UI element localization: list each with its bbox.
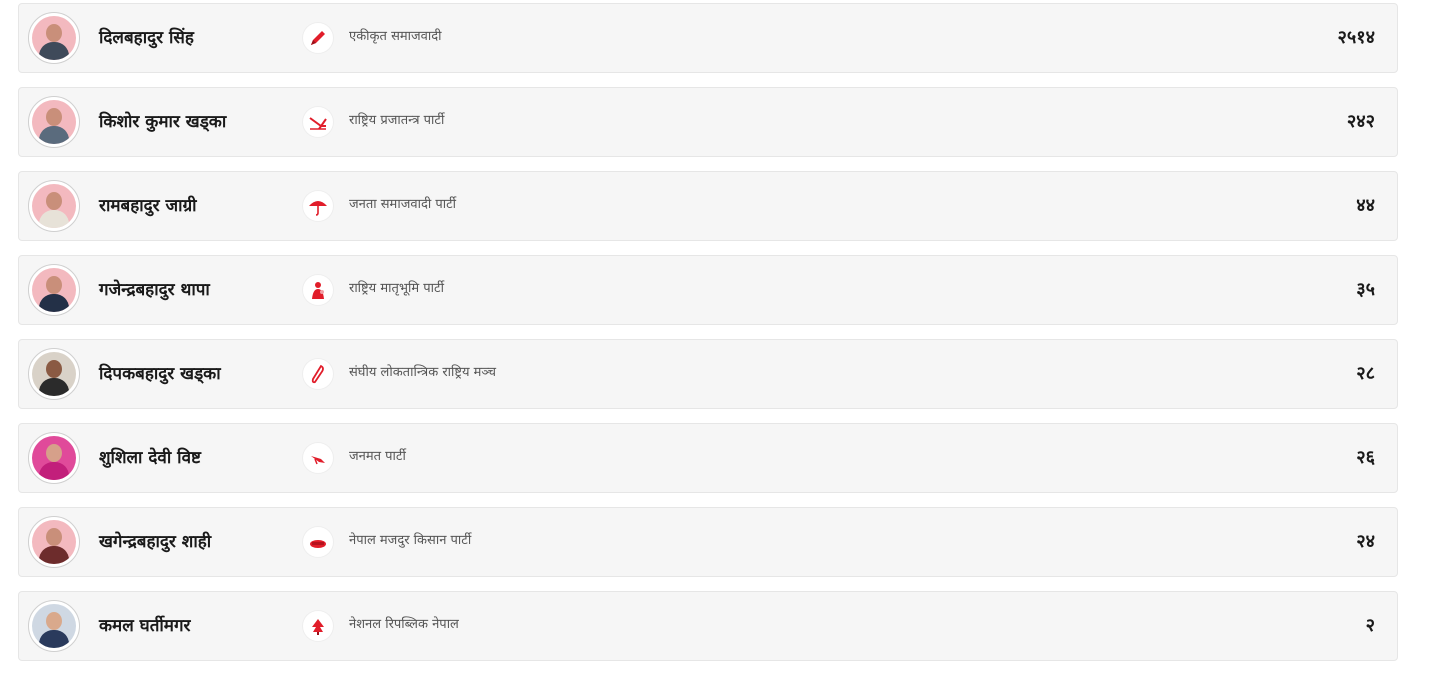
- candidate-row[interactable]: किशोर कुमार खड्का राष्ट्रिय प्रजातन्त्र …: [18, 87, 1398, 157]
- horn-icon: [303, 359, 333, 389]
- candidate-name: रामबहादुर जाग्री: [99, 196, 197, 216]
- candidate-name: दिलबहादुर सिंह: [99, 28, 194, 48]
- plough-icon: [303, 107, 333, 137]
- candidate-row[interactable]: गजेन्द्रबहादुर थापा राष्ट्रिय मातृभूमि प…: [18, 255, 1398, 325]
- vote-count: २: [1365, 615, 1375, 636]
- vote-count: २४: [1356, 531, 1375, 552]
- candidate-row[interactable]: दिलबहादुर सिंह एकीकृत समाजवादी २५१४: [18, 3, 1398, 73]
- tree-icon: [303, 611, 333, 641]
- candidate-row[interactable]: रामबहादुर जाग्री जनता समाजवादी पार्टी ४४: [18, 171, 1398, 241]
- candidate-avatar: [28, 516, 80, 568]
- candidate-avatar: [28, 12, 80, 64]
- candidate-avatar: [28, 600, 80, 652]
- party-name: जनता समाजवादी पार्टी: [349, 197, 457, 212]
- party-name: एकीकृत समाजवादी: [349, 29, 442, 44]
- candidate-name: शुशिला देवी विष्ट: [99, 448, 201, 468]
- candidate-row[interactable]: कमल घर्तीमगर नेशनल रिपब्लिक नेपाल २: [18, 591, 1398, 661]
- vote-count: २६: [1356, 447, 1375, 468]
- candidate-avatar: [28, 432, 80, 484]
- candidate-name: कमल घर्तीमगर: [99, 616, 191, 636]
- candidate-row[interactable]: शुशिला देवी विष्ट जनमत पार्टी २६: [18, 423, 1398, 493]
- vote-count: ३५: [1356, 279, 1375, 300]
- vote-count: ४४: [1356, 195, 1375, 216]
- candidate-row[interactable]: दिपकबहादुर खड्का संघीय लोकतान्त्रिक राष्…: [18, 339, 1398, 409]
- vote-count: २८: [1356, 363, 1375, 384]
- megaphone-icon: [303, 443, 333, 473]
- candidate-avatar: [28, 264, 80, 316]
- candidate-name: दिपकबहादुर खड्का: [99, 364, 221, 384]
- vote-count: २५१४: [1337, 27, 1375, 48]
- party-name: राष्ट्रिय प्रजातन्त्र पार्टी: [349, 113, 445, 128]
- umbrella-icon: [303, 191, 333, 221]
- candidate-name: किशोर कुमार खड्का: [99, 112, 227, 132]
- candidate-results-list: दिलबहादुर सिंह एकीकृत समाजवादी २५१४ किशो…: [18, 3, 1398, 675]
- party-name: नेपाल मजदुर किसान पार्टी: [349, 533, 472, 548]
- party-name: नेशनल रिपब्लिक नेपाल: [349, 617, 459, 632]
- madal-drum-icon: [303, 527, 333, 557]
- candidate-name: गजेन्द्रबहादुर थापा: [99, 280, 210, 300]
- candidate-avatar: [28, 348, 80, 400]
- candidate-avatar: [28, 180, 80, 232]
- candidate-name: खगेन्द्रबहादुर शाही: [99, 532, 212, 552]
- pen-icon: [303, 23, 333, 53]
- candidate-row[interactable]: खगेन्द्रबहादुर शाही नेपाल मजदुर किसान पा…: [18, 507, 1398, 577]
- party-name: राष्ट्रिय मातृभूमि पार्टी: [349, 281, 444, 296]
- mother-child-icon: [303, 275, 333, 305]
- party-name: संघीय लोकतान्त्रिक राष्ट्रिय मञ्च: [349, 365, 497, 380]
- party-name: जनमत पार्टी: [349, 449, 406, 464]
- candidate-avatar: [28, 96, 80, 148]
- vote-count: २४२: [1346, 111, 1375, 132]
